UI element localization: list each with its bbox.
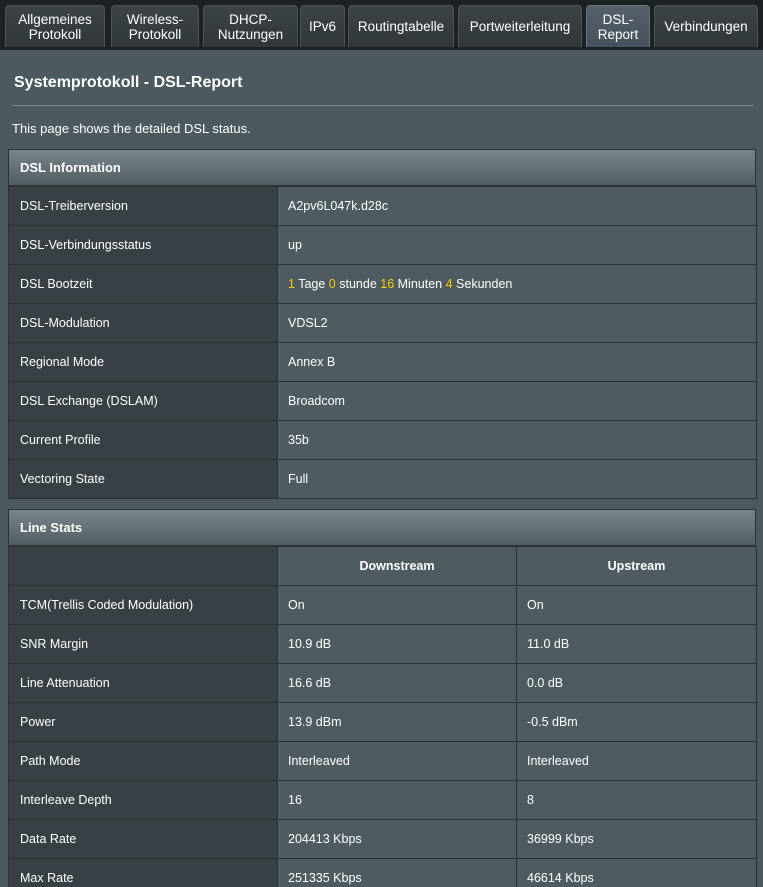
table-row: SNR Margin 10.9 dB 11.0 dB <box>8 624 757 664</box>
upstream-value: 0.0 dB <box>516 663 757 703</box>
table-row: DSL-Modulation VDSL2 <box>8 303 757 343</box>
boot-time-value: 1 Tage 0 stunde 16 Minuten 4 Sekunden <box>277 264 757 304</box>
row-value: Broadcom <box>277 381 757 421</box>
downstream-value: 204413 Kbps <box>277 819 517 859</box>
table-row: Line Attenuation 16.6 dB 0.0 dB <box>8 663 757 703</box>
row-label: SNR Margin <box>8 624 278 664</box>
row-value: Annex B <box>277 342 757 382</box>
downstream-value: 13.9 dBm <box>277 702 517 742</box>
tab-wireless-protokoll[interactable]: Wireless- Protokoll <box>111 5 199 47</box>
row-label: Path Mode <box>8 741 278 781</box>
row-label: Interleave Depth <box>8 780 278 820</box>
upstream-value: 8 <box>516 780 757 820</box>
tab-ipv6[interactable]: IPv6 <box>300 5 345 47</box>
upstream-value: 36999 Kbps <box>516 819 757 859</box>
uptime-hours-unit: stunde <box>339 277 377 291</box>
blank-header-cell <box>8 546 278 586</box>
downstream-value: On <box>277 585 517 625</box>
row-label: Regional Mode <box>8 342 278 382</box>
row-value: VDSL2 <box>277 303 757 343</box>
uptime-hours: 0 <box>328 277 336 291</box>
table-row: Current Profile 35b <box>8 420 757 460</box>
row-label: Current Profile <box>8 420 278 460</box>
tab-dsl-report[interactable]: DSL- Report <box>586 5 650 47</box>
table-header-row: Downstream Upstream <box>8 546 757 586</box>
row-value: up <box>277 225 757 265</box>
table-row: TCM(Trellis Coded Modulation) On On <box>8 585 757 625</box>
line-stats-header: Line Stats <box>8 509 756 546</box>
tab-allgemeines-protokoll[interactable]: Allgemeines Protokoll <box>5 5 105 47</box>
row-label: Data Rate <box>8 819 278 859</box>
row-label: Power <box>8 702 278 742</box>
tab-portweiterleitung[interactable]: Portweiterleitung <box>458 5 582 47</box>
table-row: Max Rate 251335 Kbps 46614 Kbps <box>8 858 757 887</box>
row-label: DSL-Treiberversion <box>8 186 278 226</box>
row-label: Max Rate <box>8 858 278 887</box>
uptime-days: 1 <box>288 277 295 291</box>
table-row: DSL Exchange (DSLAM) Broadcom <box>8 381 757 421</box>
tab-bar: Allgemeines Protokoll Wireless- Protokol… <box>0 0 763 50</box>
uptime-minutes: 16 <box>380 277 395 291</box>
tab-dhcp-nutzungen[interactable]: DHCP- Nutzungen <box>203 5 298 47</box>
downstream-value: 10.9 dB <box>277 624 517 664</box>
upstream-value: On <box>516 585 757 625</box>
table-row: DSL-Verbindungsstatus up <box>8 225 757 265</box>
table-row: DSL Bootzeit 1 Tage 0 stunde 16 Minuten … <box>8 264 757 304</box>
upstream-value: Interleaved <box>516 741 757 781</box>
row-value: Full <box>277 459 757 499</box>
downstream-value: 16.6 dB <box>277 663 517 703</box>
upstream-value: 46614 Kbps <box>516 858 757 887</box>
row-label: TCM(Trellis Coded Modulation) <box>8 585 278 625</box>
table-row: Interleave Depth 16 8 <box>8 780 757 820</box>
downstream-value: Interleaved <box>277 741 517 781</box>
row-label: Vectoring State <box>8 459 278 499</box>
downstream-value: 16 <box>277 780 517 820</box>
table-row: Regional Mode Annex B <box>8 342 757 382</box>
table-row: Vectoring State Full <box>8 459 757 499</box>
page-description: This page shows the detailed DSL status. <box>12 121 251 136</box>
dsl-information-table: DSL-Treiberversion A2pv6L047k.d28c DSL-V… <box>8 186 757 499</box>
downstream-column-header: Downstream <box>277 546 517 586</box>
tab-routingtabelle[interactable]: Routingtabelle <box>348 5 454 47</box>
line-stats-section: Line Stats Downstream Upstream TCM(Trell… <box>8 509 757 887</box>
tab-verbindungen[interactable]: Verbindungen <box>654 5 758 47</box>
page-title: Systemprotokoll - DSL-Report <box>14 74 243 91</box>
upstream-value: -0.5 dBm <box>516 702 757 742</box>
table-row: Data Rate 204413 Kbps 36999 Kbps <box>8 819 757 859</box>
dsl-information-section: DSL Information DSL-Treiberversion A2pv6… <box>8 149 757 499</box>
table-row: Power 13.9 dBm -0.5 dBm <box>8 702 757 742</box>
main-panel: Systemprotokoll - DSL-Report This page s… <box>0 50 763 887</box>
upstream-value: 11.0 dB <box>516 624 757 664</box>
uptime-minutes-unit: Minuten <box>397 277 443 291</box>
uptime-seconds-unit: Sekunden <box>456 277 513 291</box>
row-value: A2pv6L047k.d28c <box>277 186 757 226</box>
row-label: DSL Exchange (DSLAM) <box>8 381 278 421</box>
dsl-information-header: DSL Information <box>8 149 756 186</box>
row-label: Line Attenuation <box>8 663 278 703</box>
uptime-seconds: 4 <box>445 277 453 291</box>
upstream-column-header: Upstream <box>516 546 757 586</box>
row-label: DSL-Modulation <box>8 303 278 343</box>
title-divider <box>12 105 754 106</box>
line-stats-table: Downstream Upstream TCM(Trellis Coded Mo… <box>8 546 757 887</box>
row-label: DSL-Verbindungsstatus <box>8 225 278 265</box>
downstream-value: 251335 Kbps <box>277 858 517 887</box>
table-row: DSL-Treiberversion A2pv6L047k.d28c <box>8 186 757 226</box>
uptime-days-unit: Tage <box>298 277 326 291</box>
row-value: 35b <box>277 420 757 460</box>
table-row: Path Mode Interleaved Interleaved <box>8 741 757 781</box>
row-label: DSL Bootzeit <box>8 264 278 304</box>
